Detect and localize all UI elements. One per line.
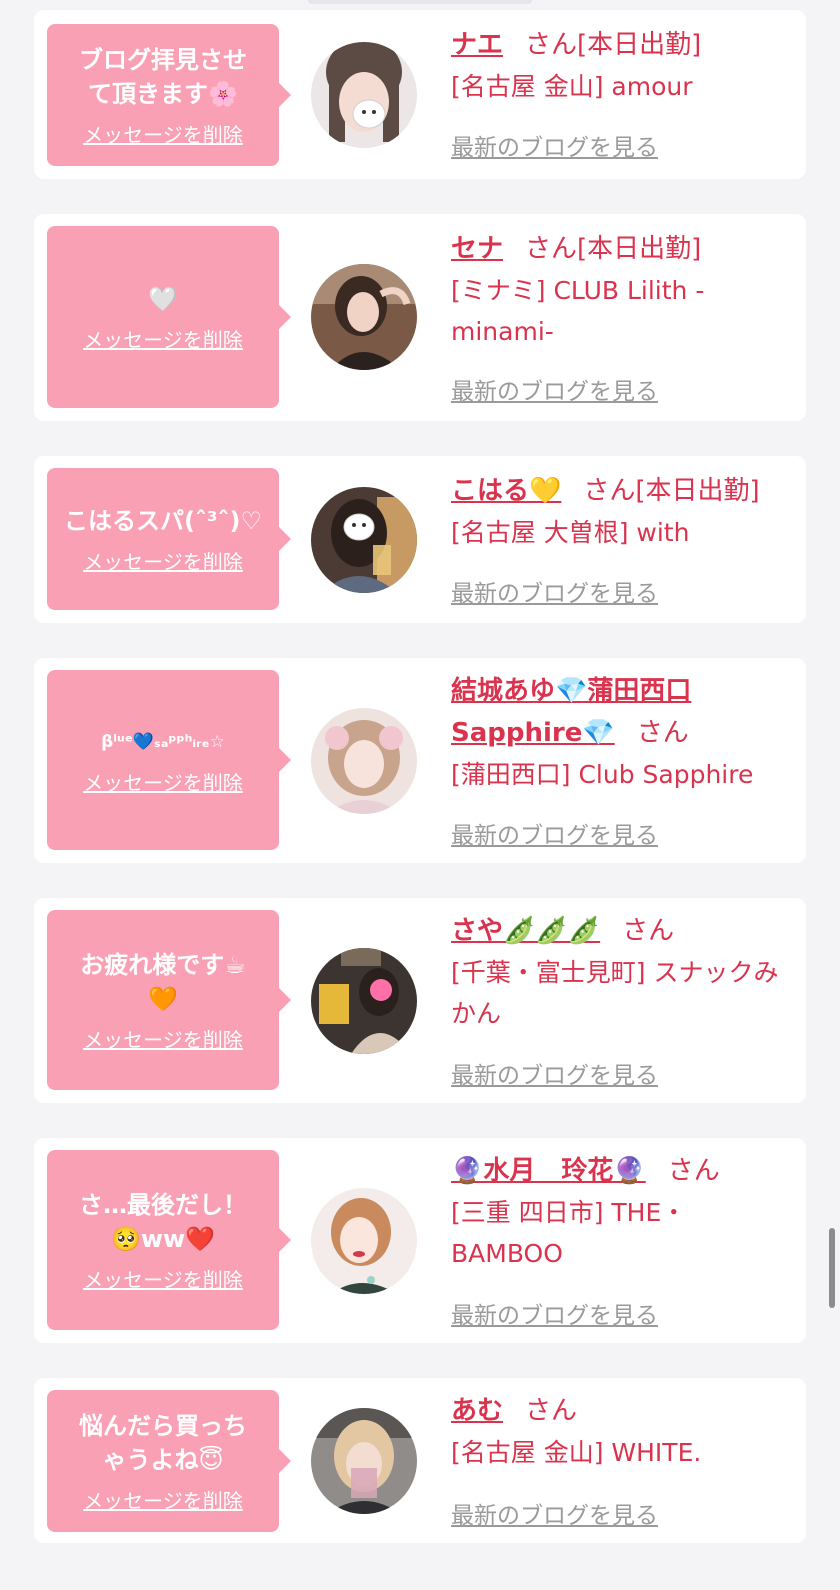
honorific: さん <box>667 1156 720 1186</box>
scrollbar[interactable] <box>829 1228 835 1308</box>
avatar[interactable] <box>311 487 417 593</box>
delete-message-link[interactable]: メッセージを削除 <box>83 1485 243 1514</box>
honorific: さん <box>622 916 675 946</box>
top-edge <box>308 0 532 4</box>
name-line: 結城あゆ💎蒲田西口Sapphire💎 さん <box>451 670 751 754</box>
profile-info: さや🫛🫛🫛 さん [千葉・富士見町] スナックみかん 最新のブログを見る <box>451 910 794 1089</box>
shop-name: [千葉・富士見町] スナックみかん <box>451 958 779 1028</box>
latest-blog-link[interactable]: 最新のブログを見る <box>451 1496 658 1530</box>
profile-name-link[interactable]: こはる💛 <box>451 476 561 506</box>
message-text: βˡᵘᵉ💙ₛₐᵖᵖʰᵢᵣₑ☆ <box>101 731 225 752</box>
message-bubble: 悩んだら買っちゃうよね😇 メッセージを削除 <box>47 1390 291 1532</box>
message-card: ブログ拝見させて頂きます🌸 メッセージを削除 ナエ さん[本日出勤] [名古屋 金… <box>34 10 806 179</box>
profile-info: あむ さん [名古屋 金山] WHITE. 最新のブログを見る <box>451 1390 794 1529</box>
delete-message-link[interactable]: メッセージを削除 <box>83 1264 243 1293</box>
message-text: 悩んだら買っちゃうよね😇 <box>79 1411 247 1474</box>
message-text: 🤍 <box>148 284 178 313</box>
message-bubble: ブログ拝見させて頂きます🌸 メッセージを削除 <box>47 24 291 166</box>
message-text: こはるスパ(ˆ³ˆ)♡ <box>64 506 262 535</box>
avatar[interactable] <box>311 42 417 148</box>
profile-info: ナエ さん[本日出勤] [名古屋 金山] amour 最新のブログを見る <box>451 24 794 161</box>
latest-blog-link[interactable]: 最新のブログを見る <box>451 1296 658 1330</box>
delete-message-link[interactable]: メッセージを削除 <box>83 546 243 575</box>
shop-name: [ミナミ] CLUB Lilith -minami- <box>451 276 705 346</box>
name-line: 🔮水月 玲花🔮 さん <box>451 1150 794 1192</box>
avatar[interactable] <box>311 1408 417 1514</box>
honorific: さん <box>583 476 636 506</box>
honorific: さん <box>525 30 578 60</box>
profile-name-link[interactable]: さや🫛🫛🫛 <box>451 916 600 946</box>
latest-blog-link[interactable]: 最新のブログを見る <box>451 128 658 162</box>
shop-name: [名古屋 金山] WHITE. <box>451 1438 702 1467</box>
message-card: こはるスパ(ˆ³ˆ)♡ メッセージを削除 こはる💛 さん[本日出勤] [名古屋 大… <box>34 456 806 623</box>
message-card: お疲れ様です☕🧡 メッセージを削除 さや🫛🫛🫛 さん [千葉・富士見町] スナック… <box>34 898 806 1103</box>
shop-name: [名古屋 大曽根] with <box>451 518 690 547</box>
profile-name-link[interactable]: あむ <box>451 1396 503 1426</box>
message-card: さ…最後だし！🥺ww❤️ メッセージを削除 🔮水月 玲花🔮 さん [三重 四日市]… <box>34 1138 806 1343</box>
avatar[interactable] <box>311 264 417 370</box>
delete-message-link[interactable]: メッセージを削除 <box>83 767 243 796</box>
name-line: ナエ さん[本日出勤] <box>451 24 794 66</box>
attendance-status: [本日出勤] <box>577 30 702 60</box>
profile-info: こはる💛 さん[本日出勤] [名古屋 大曽根] with 最新のブログを見る <box>451 470 794 607</box>
message-text: ブログ拝見させて頂きます🌸 <box>79 45 247 108</box>
profile-name-link[interactable]: ナエ <box>451 30 503 60</box>
shop-name: [名古屋 金山] amour <box>451 72 693 101</box>
attendance-status: [本日出勤] <box>635 476 760 506</box>
delete-message-link[interactable]: メッセージを削除 <box>83 119 243 148</box>
shop-name: [三重 四日市] THE・BAMBOO <box>451 1198 687 1268</box>
latest-blog-link[interactable]: 最新のブログを見る <box>451 816 658 850</box>
delete-message-link[interactable]: メッセージを削除 <box>83 1024 243 1053</box>
avatar[interactable] <box>311 1188 417 1294</box>
avatar[interactable] <box>311 948 417 1054</box>
message-bubble: βˡᵘᵉ💙ₛₐᵖᵖʰᵢᵣₑ☆ メッセージを削除 <box>47 670 291 850</box>
profile-name-link[interactable]: 🔮水月 玲花🔮 <box>451 1156 646 1186</box>
latest-blog-link[interactable]: 最新のブログを見る <box>451 574 658 608</box>
message-bubble: 🤍 メッセージを削除 <box>47 226 291 408</box>
message-card: 悩んだら買っちゃうよね😇 メッセージを削除 あむ さん [名古屋 金山] WHIT… <box>34 1378 806 1543</box>
name-line: こはる💛 さん[本日出勤] <box>451 470 794 512</box>
name-line: さや🫛🫛🫛 さん <box>451 910 794 952</box>
message-bubble: こはるスパ(ˆ³ˆ)♡ メッセージを削除 <box>47 468 291 610</box>
honorific: さん <box>525 1396 578 1426</box>
attendance-status: [本日出勤] <box>577 234 702 264</box>
message-card: βˡᵘᵉ💙ₛₐᵖᵖʰᵢᵣₑ☆ メッセージを削除 結城あゆ💎蒲田西口Sapphir… <box>34 658 806 863</box>
profile-info: 結城あゆ💎蒲田西口Sapphire💎 さん [蒲田西口] Club Sapphir… <box>451 670 794 849</box>
profile-info: セナ さん[本日出勤] [ミナミ] CLUB Lilith -minami- 最新… <box>451 228 794 405</box>
name-line: セナ さん[本日出勤] <box>451 228 794 270</box>
message-card: 🤍 メッセージを削除 セナ さん[本日出勤] [ミナミ] CLUB Lilith … <box>34 214 806 421</box>
profile-name-link[interactable]: セナ <box>451 234 503 264</box>
honorific: さん <box>636 718 689 748</box>
profile-info: 🔮水月 玲花🔮 さん [三重 四日市] THE・BAMBOO 最新のブログを見る <box>451 1150 794 1329</box>
shop-name: [蒲田西口] Club Sapphire <box>451 760 754 789</box>
avatar[interactable] <box>311 708 417 814</box>
name-line: あむ さん <box>451 1390 794 1432</box>
message-bubble: さ…最後だし！🥺ww❤️ メッセージを削除 <box>47 1150 291 1330</box>
message-text: さ…最後だし！🥺ww❤️ <box>79 1190 247 1253</box>
message-bubble: お疲れ様です☕🧡 メッセージを削除 <box>47 910 291 1090</box>
latest-blog-link[interactable]: 最新のブログを見る <box>451 372 658 406</box>
delete-message-link[interactable]: メッセージを削除 <box>83 324 243 353</box>
honorific: さん <box>525 234 578 264</box>
message-text: お疲れ様です☕🧡 <box>80 950 246 1013</box>
latest-blog-link[interactable]: 最新のブログを見る <box>451 1056 658 1090</box>
